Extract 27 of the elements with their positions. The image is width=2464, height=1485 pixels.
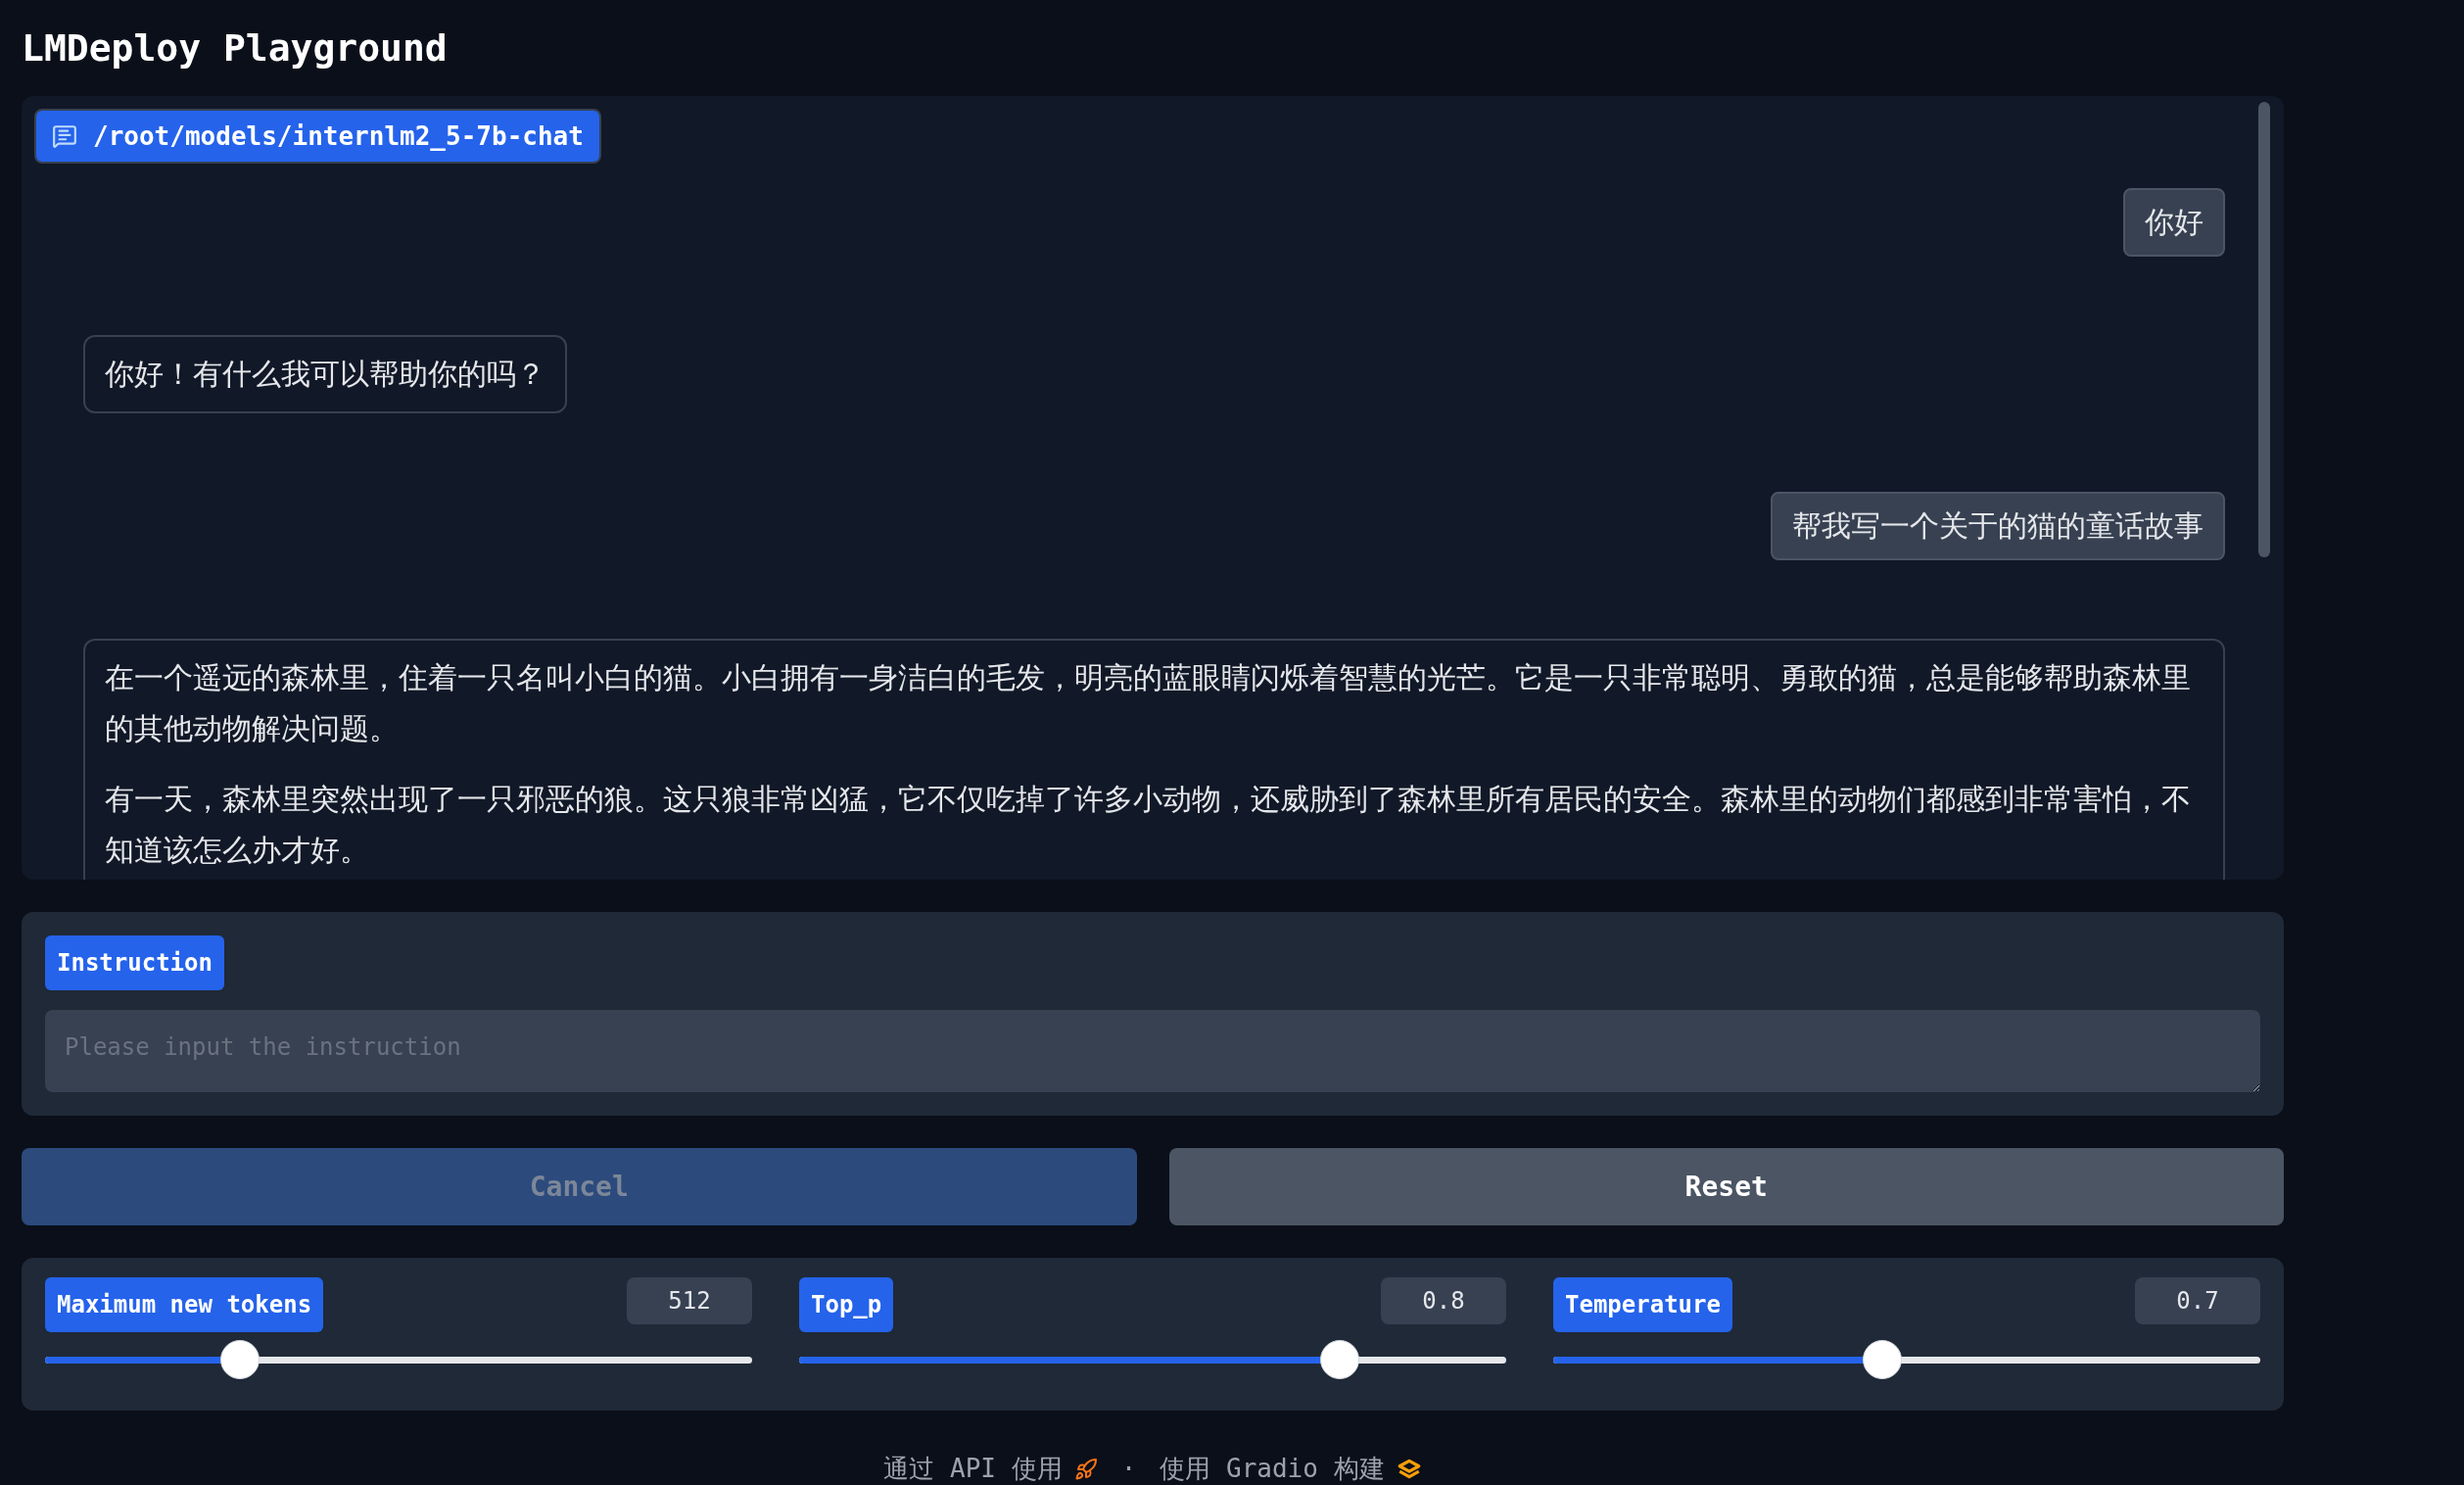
message-text: 在一个遥远的森林里，住着一只名叫小白的猫。小白拥有一身洁白的毛发，明亮的蓝眼睛闪烁着智慧的光芒。它是一只非常聪明、勇敢的猫，总是能够帮助森林里的其他动物解决问题。 — [105, 659, 2192, 747]
slider-thumb[interactable] — [219, 1340, 260, 1379]
slider[interactable] — [799, 1340, 1506, 1379]
number-field[interactable]: 0.8 — [1381, 1277, 1506, 1324]
slider-thumb[interactable] — [1319, 1340, 1359, 1379]
slider[interactable] — [45, 1340, 752, 1379]
number-field[interactable]: 0.7 — [2135, 1277, 2260, 1324]
page-title: LMDeploy Playground — [22, 24, 449, 72]
reset-button[interactable]: Reset — [1168, 1148, 2284, 1225]
number-field[interactable]: 512 — [627, 1277, 752, 1324]
api-link[interactable]: 通过 API 使用 — [883, 1450, 1063, 1485]
scrollbar[interactable] — [2258, 102, 2270, 557]
message-text: 你好！有什么我可以帮助你的吗？ — [105, 356, 545, 393]
message-text: 有一天，森林里突然出现了一只邪恶的狼。这只狼非常凶猛，它不仅吃掉了许多小动物，还威胁到了森林里所有居民的安全。森林里的动物们都感到非常害怕，不知道该怎么办才好。 — [105, 781, 2192, 869]
message-text: 你好 — [2145, 204, 2203, 241]
message-text: 帮我写一个关于的猫的童话故事 — [1792, 507, 2203, 545]
slider-label: Temperature — [1553, 1277, 1732, 1332]
chat-icon — [52, 123, 77, 149]
slider-thumb[interactable] — [1863, 1340, 1903, 1379]
model-name: /root/models/internlm2_5-7b-chat — [93, 120, 584, 153]
slider-label: Top_p — [799, 1277, 894, 1332]
separator-dot: · — [1120, 1453, 1137, 1485]
rocket-icon — [1073, 1457, 1098, 1481]
slider-label: Maximum new tokens — [45, 1277, 324, 1332]
instruction-label: Instruction — [45, 935, 224, 990]
gradio-link[interactable]: 使用 Gradio 构建 — [1160, 1450, 1385, 1485]
slider[interactable] — [1553, 1340, 2260, 1379]
